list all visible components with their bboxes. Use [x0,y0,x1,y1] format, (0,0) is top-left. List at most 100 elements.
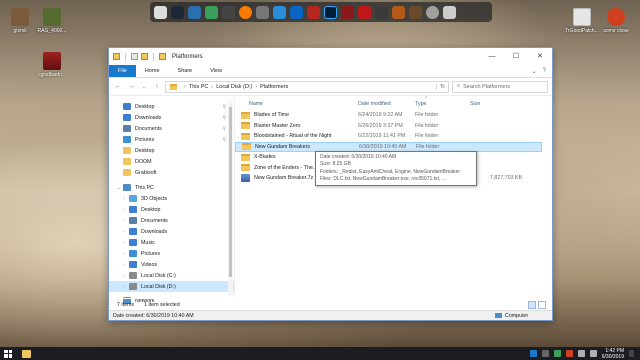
file-explorer-icon[interactable] [22,349,31,358]
pin-icon: ⚲ [222,125,226,132]
address-bar-row: ← → ⌄ ↑ › This PC › Local Disk (D:) › Pl… [109,78,552,96]
settings-icon[interactable] [426,5,439,19]
drive-icon [129,272,137,279]
nav-item-documents[interactable]: Documents ⚲ [109,123,234,134]
app-dock [150,2,492,22]
file-row[interactable]: Blaster Master Zero 6/26/2019 3:37 PM Fi… [235,121,552,132]
breadcrumb-platformers[interactable]: Platformers [260,84,288,90]
recent-locations-icon[interactable]: ⌄ [139,84,149,90]
nav-item-local-disk-c[interactable]: › Local Disk (C:) [109,270,234,281]
computer-icon [495,313,502,318]
music-icon[interactable] [222,5,235,19]
breadcrumb-this-pc[interactable]: This PC [189,84,209,90]
game-icon[interactable] [375,5,388,19]
downloads-icon [123,114,131,121]
tab-view[interactable]: View [201,65,231,77]
photoshop-icon[interactable] [324,5,337,19]
back-button[interactable]: ← [113,83,123,90]
properties-icon[interactable] [131,53,138,60]
notifications-icon[interactable] [629,350,634,357]
game-icon[interactable] [358,5,371,19]
tray-icon[interactable] [529,350,537,357]
up-button[interactable]: ↑ [152,83,162,90]
new-folder-icon[interactable] [141,53,148,60]
desktop-icon [123,103,131,110]
nav-item-pc-desktop[interactable]: › Desktop [109,204,234,215]
column-name[interactable]: Name [241,101,358,107]
media-icon[interactable] [205,5,218,19]
column-type[interactable]: Type [415,101,470,107]
large-icons-view-button[interactable] [538,300,546,309]
folder-icon [241,164,250,172]
finder-icon[interactable] [154,5,167,19]
tray-icon[interactable] [541,350,549,357]
desktop-icon-5[interactable]: some close [596,8,636,34]
nav-item-3d-objects[interactable]: › 3D Objects [109,193,234,204]
tray-icon[interactable] [553,350,561,357]
network-icon[interactable] [577,350,585,357]
help-icon[interactable]: ? [543,68,546,74]
file-row[interactable]: Blades of Time 6/24/2019 9:22 AM File fo… [235,110,552,121]
ribbon-tabs: File Home Share View ⌄ ? [109,65,552,78]
forward-button[interactable]: → [126,83,136,90]
filezilla-icon[interactable] [307,5,320,19]
column-size[interactable]: Size [470,101,530,107]
item-count: 7 items [117,301,135,308]
column-date-modified[interactable]: Date modified [358,101,415,107]
desktop-icon-2[interactable]: RAG_4000... [32,8,72,34]
edge-icon[interactable] [273,5,286,19]
refresh-icon[interactable]: ↻ [436,83,448,90]
tab-file[interactable]: File [109,65,136,77]
nav-item-pc-pictures[interactable]: › Pictures [109,248,234,259]
nav-item-downloads[interactable]: Downloads ⚲ [109,112,234,123]
3d-objects-icon [129,195,137,202]
minimize-button[interactable]: — [480,48,504,65]
nav-item-grabisoft[interactable]: Grabisoft [109,167,234,178]
pictures-icon [123,136,131,143]
nav-item-desktop[interactable]: Desktop ⚲ [109,101,234,112]
tab-home[interactable]: Home [136,65,169,77]
game-icon[interactable] [341,5,354,19]
tab-share[interactable]: Share [169,65,202,77]
folder-icon [123,169,131,176]
sort-up-icon: ^ [425,96,428,102]
shortcut-icon [11,8,29,26]
nav-item-music[interactable]: › Music [109,237,234,248]
nav-scrollbar[interactable] [228,101,233,296]
lock-icon[interactable] [256,5,269,19]
start-button[interactable] [4,349,12,358]
file-row[interactable]: Bloodstained - Ritual of the Night 6/22/… [235,131,552,142]
taskbar: 1:42 PM 6/30/2019 [0,347,640,360]
nav-item-pc-documents[interactable]: › Documents [109,215,234,226]
nav-item-desktop-folder[interactable]: Desktop [109,145,234,156]
folder-tooltip: Date created: 6/30/2019 10:40 AM Size: 8… [315,151,477,187]
address-bar[interactable]: › This PC › Local Disk (D:) › Platformer… [165,80,449,93]
nav-item-pc-downloads[interactable]: › Downloads [109,226,234,237]
nav-item-videos[interactable]: › Videos [109,259,234,270]
volume-icon[interactable] [589,350,597,357]
breadcrumb-local-disk[interactable]: Local Disk (D:) [216,84,252,90]
tray-icon[interactable] [565,350,573,357]
search-input[interactable]: ⌕ Search Platformers [452,80,548,93]
maximize-button[interactable]: ☐ [504,48,528,65]
app-icon[interactable] [188,5,201,19]
nav-item-pictures[interactable]: Pictures ⚲ [109,134,234,145]
title-bar[interactable]: Platformers — ☐ ✕ [109,48,552,65]
folder-icon [242,143,251,151]
clock[interactable]: 1:42 PM 6/30/2019 [602,348,624,360]
desktop-icon-3[interactable]: cgtxdlasdn... [32,52,72,78]
game-icon[interactable] [409,5,422,19]
details-view-button[interactable] [528,300,536,309]
nav-item-doom[interactable]: DOOM [109,156,234,167]
nav-item-local-disk-d[interactable]: › Local Disk (D:) [109,281,234,292]
trash-icon[interactable] [443,5,456,19]
scrollbar-thumb[interactable] [229,107,232,277]
steam-icon[interactable] [171,5,184,19]
nav-item-this-pc[interactable]: ⌄ This PC [109,182,234,193]
browser-icon[interactable] [239,5,252,19]
close-button[interactable]: ✕ [528,48,552,65]
expand-ribbon-icon[interactable]: ⌄ [532,68,537,75]
game-icon[interactable] [392,5,405,19]
outlook-icon[interactable] [290,5,303,19]
file-explorer-window: Platformers — ☐ ✕ File Home Share View ⌄… [108,47,553,321]
